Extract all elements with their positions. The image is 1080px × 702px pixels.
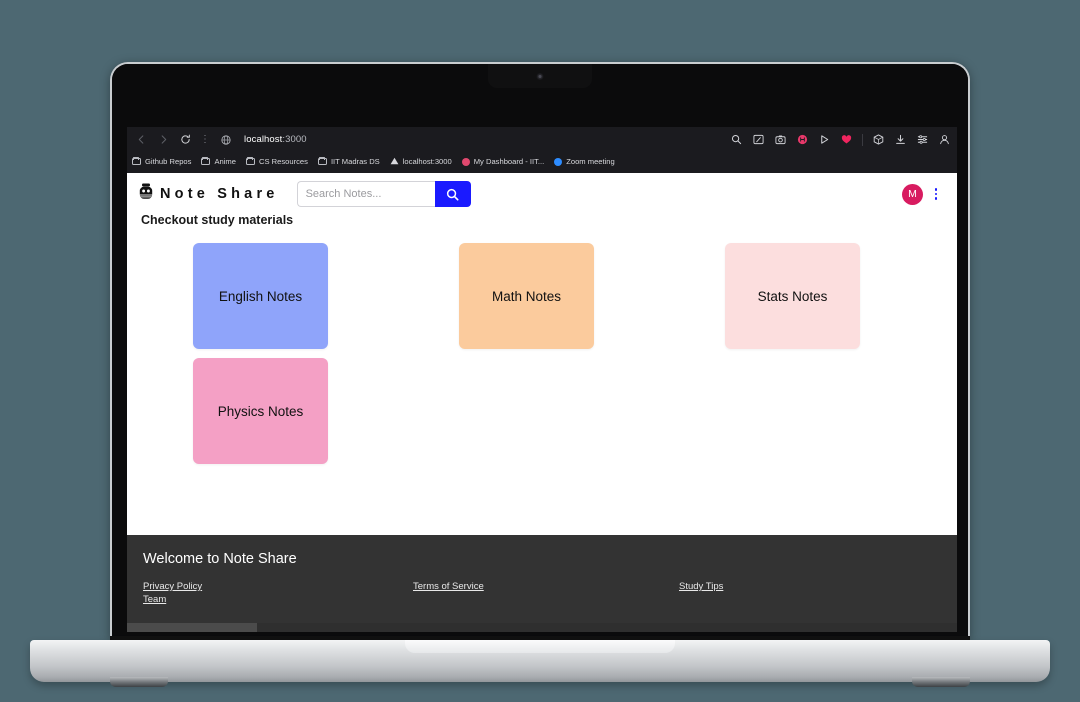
app-header: Note Share M: [127, 173, 957, 215]
horizontal-scrollbar[interactable]: [127, 623, 957, 632]
note-card-label: English Notes: [218, 288, 303, 304]
globe-icon: [218, 132, 234, 148]
laptop-foot-left: [110, 677, 168, 687]
triangle-icon: [390, 157, 399, 167]
avatar[interactable]: M: [902, 183, 923, 205]
footer-link-team[interactable]: Team: [143, 594, 166, 605]
bookmark-item[interactable]: localhost:3000: [390, 157, 452, 167]
footer-link-terms-of-service[interactable]: Terms of Service: [413, 581, 484, 592]
scrollbar-thumb[interactable]: [127, 623, 257, 632]
url-host: localhost: [244, 134, 283, 145]
footer-column: Privacy Policy Team: [143, 581, 413, 605]
browser-chrome: ⋮ localhost:3000 Github Repos Anime CS R…: [127, 127, 957, 173]
search-icon[interactable]: [730, 133, 743, 146]
footer-title: Welcome to Note Share: [143, 551, 297, 567]
note-card[interactable]: Math Notes: [459, 243, 594, 349]
vertical-dots-icon[interactable]: [929, 184, 943, 204]
footer-link-study-tips[interactable]: Study Tips: [679, 581, 723, 592]
bookmark-label: Zoom meeting: [566, 157, 615, 166]
bookmark-item[interactable]: Anime: [201, 156, 236, 166]
laptop-lid: ⋮ localhost:3000 Github Repos Anime CS R…: [110, 62, 970, 640]
dot-icon: [554, 157, 563, 166]
app-footer: Welcome to Note Share Privacy Policy Tea…: [127, 535, 957, 632]
address-bar[interactable]: localhost:3000: [244, 134, 307, 145]
note-card-label: Math Notes: [491, 288, 562, 304]
browser-menu-icon[interactable]: ⋮: [200, 134, 210, 145]
forward-icon[interactable]: [153, 130, 173, 150]
header-right: M: [902, 173, 943, 215]
bookmarks-bar: Github Repos Anime CS Resources IIT Madr…: [127, 152, 957, 171]
folder-icon: [245, 156, 255, 165]
footer-link-privacy-policy[interactable]: Privacy Policy: [143, 581, 202, 592]
search-input[interactable]: [296, 181, 435, 207]
laptop-foot-right: [912, 677, 970, 687]
laptop-base-notch: [405, 640, 675, 653]
notes-grid: English Notes Math Notes Stats Notes Phy…: [193, 227, 953, 473]
browser-window: ⋮ localhost:3000 Github Repos Anime CS R…: [127, 127, 957, 632]
bookmark-item[interactable]: Github Repos: [132, 156, 192, 166]
folder-icon: [201, 156, 211, 165]
note-card[interactable]: English Notes: [193, 243, 328, 349]
back-icon[interactable]: [131, 130, 151, 150]
search-group: [296, 181, 471, 207]
laptop-base: [30, 640, 1050, 687]
note-card-label: Physics Notes: [217, 403, 304, 419]
brand-name: Note Share: [160, 186, 279, 202]
note-share-app: Note Share M: [127, 173, 957, 632]
bookmark-item[interactable]: My Dashboard - IIT...: [461, 157, 545, 166]
toolbar-divider: [862, 133, 863, 146]
robot-head-icon: [139, 183, 153, 205]
bookmark-item[interactable]: IIT Madras DS: [317, 156, 380, 166]
bookmark-item[interactable]: Zoom meeting: [554, 157, 615, 166]
footer-links: Privacy Policy Team Terms of Service Stu…: [143, 581, 957, 605]
note-card-label: Stats Notes: [757, 288, 828, 304]
brand[interactable]: Note Share: [139, 183, 279, 205]
bookmark-label: localhost:3000: [402, 157, 452, 166]
note-card[interactable]: Physics Notes: [193, 358, 328, 464]
url-port: :3000: [282, 134, 307, 145]
folder-icon: [132, 156, 141, 165]
bookmark-label: Anime: [214, 157, 236, 166]
send-triangle-icon[interactable]: [818, 133, 831, 146]
folder-icon: [317, 156, 327, 165]
bookmark-label: Github Repos: [145, 157, 192, 166]
bookmark-label: CS Resources: [258, 157, 308, 166]
browser-toolbar-icons: [730, 130, 951, 149]
footer-column: Terms of Service: [413, 581, 679, 605]
screenshot-camera-icon[interactable]: [774, 133, 787, 146]
downloads-icon[interactable]: [894, 133, 907, 146]
search-button[interactable]: [434, 181, 471, 207]
reload-icon[interactable]: [175, 130, 195, 150]
footer-column: Study Tips: [679, 581, 723, 605]
bookmark-label: My Dashboard - IIT...: [473, 157, 545, 166]
laptop-bezel: ⋮ localhost:3000 Github Repos Anime CS R…: [112, 64, 968, 640]
reading-list-icon[interactable]: [916, 133, 929, 146]
extensions-box-icon[interactable]: [872, 133, 885, 146]
note-card[interactable]: Stats Notes: [725, 243, 860, 349]
profile-icon[interactable]: [938, 133, 951, 146]
heart-icon[interactable]: [840, 133, 853, 146]
page-title: Checkout study materials: [141, 213, 294, 227]
record-circle-icon[interactable]: [796, 133, 809, 146]
dot-icon: [461, 157, 470, 166]
bookmark-item[interactable]: CS Resources: [245, 156, 308, 166]
laptop-mockup: ⋮ localhost:3000 Github Repos Anime CS R…: [0, 0, 1080, 702]
bookmark-label: IIT Madras DS: [330, 157, 380, 166]
webcam-icon: [536, 73, 544, 80]
split-screen-icon[interactable]: [752, 133, 765, 146]
camera-notch: [488, 64, 592, 88]
